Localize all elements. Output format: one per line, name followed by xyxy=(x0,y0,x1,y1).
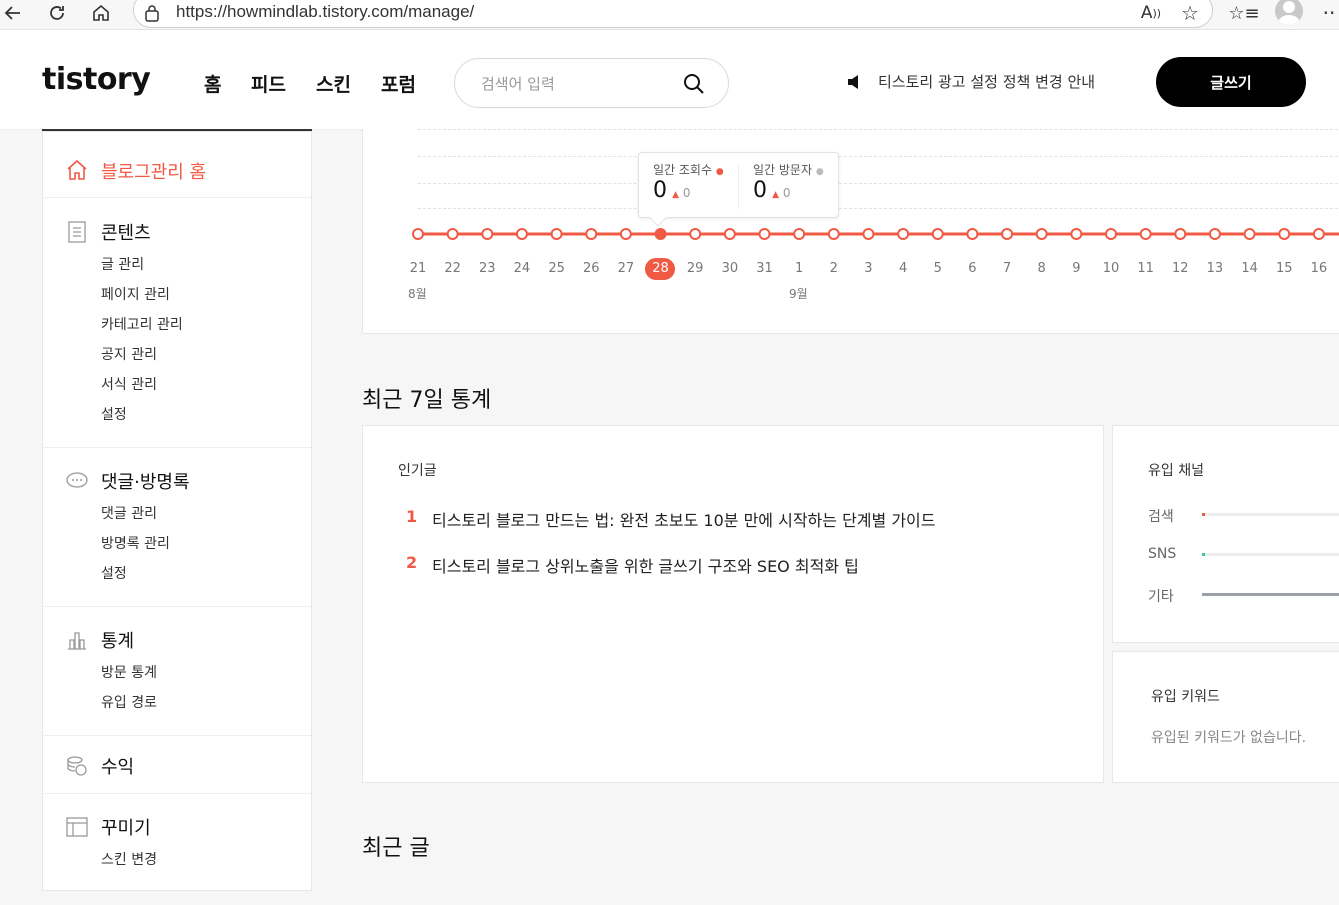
channel-bar-fill xyxy=(1202,593,1339,596)
x-tick-label[interactable]: 24 xyxy=(505,261,539,276)
tooltip-views-value: 0 xyxy=(653,178,667,203)
keywords-card xyxy=(1112,651,1339,783)
x-tick-label[interactable]: 22 xyxy=(436,261,470,276)
data-point[interactable] xyxy=(1312,228,1325,240)
popular-item[interactable]: 2 티스토리 블로그 상위노출을 위한 글쓰기 구조와 SEO 최적화 팁 xyxy=(406,553,859,577)
x-tick-label[interactable]: 9 xyxy=(1059,261,1093,276)
popular-item-title[interactable]: 티스토리 블로그 상위노출을 위한 글쓰기 구조와 SEO 최적화 팁 xyxy=(432,553,859,577)
keywords-empty: 유입된 키워드가 없습니다. xyxy=(1151,730,1307,746)
channel-bar-search xyxy=(1202,513,1339,516)
x-tick-label[interactable]: 7 xyxy=(990,261,1024,276)
data-point[interactable] xyxy=(1070,228,1083,240)
popular-rank: 2 xyxy=(406,553,418,572)
channel-bar-fill xyxy=(1202,553,1205,556)
views-dot-icon: ● xyxy=(715,167,724,177)
x-tick-label[interactable]: 16 xyxy=(1302,261,1336,276)
data-point[interactable] xyxy=(446,228,459,240)
data-point[interactable] xyxy=(654,228,667,240)
data-point[interactable] xyxy=(793,228,806,240)
x-tick-label[interactable]: 31 xyxy=(748,261,782,276)
section-title-7days: 최근 7일 통계 xyxy=(362,388,492,413)
x-tick-label[interactable]: 25 xyxy=(540,261,574,276)
channel-label-search: 검색 xyxy=(1148,509,1174,525)
data-point[interactable] xyxy=(827,228,840,240)
x-tick-label[interactable]: 15 xyxy=(1267,261,1301,276)
popular-title: 인기글 xyxy=(398,463,437,479)
x-tick-label[interactable]: 5 xyxy=(921,261,955,276)
channel-bar-etc xyxy=(1202,593,1339,596)
data-point[interactable] xyxy=(585,228,598,240)
up-arrow-icon: ▲ xyxy=(772,190,780,200)
data-point[interactable] xyxy=(1001,228,1014,240)
x-tick-label[interactable]: 1 xyxy=(782,261,816,276)
x-tick-label[interactable]: 11 xyxy=(1129,261,1163,276)
popular-posts-card xyxy=(362,425,1104,783)
tooltip-divider xyxy=(738,165,739,209)
up-arrow-icon: ▲ xyxy=(672,190,680,200)
data-point[interactable] xyxy=(1139,228,1152,240)
x-tick-label[interactable]: 28 xyxy=(644,261,678,276)
section-title-recent: 최근 글 xyxy=(362,836,430,861)
data-point[interactable] xyxy=(931,228,944,240)
tooltip-visitors-value: 0 xyxy=(753,178,767,203)
tooltip-views-label: 일간 조회수 xyxy=(653,163,713,177)
channels-title: 유입 채널 xyxy=(1148,463,1204,479)
tooltip-visitors-label: 일간 방문자 xyxy=(753,163,813,177)
data-point[interactable] xyxy=(1278,228,1291,240)
data-point[interactable] xyxy=(723,228,736,240)
x-tick-label[interactable]: 14 xyxy=(1233,261,1267,276)
tooltip-visitors: 일간 방문자 ● 0 ▲ 0 xyxy=(753,161,824,203)
x-tick-label[interactable]: 10 xyxy=(1094,261,1128,276)
data-point[interactable] xyxy=(966,228,979,240)
visitors-dot-icon: ● xyxy=(815,167,824,177)
chart-tooltip: 일간 조회수 ● 0 ▲ 0 일간 방문자 ● 0 ▲ 0 xyxy=(638,152,839,227)
x-tick-label[interactable]: 12 xyxy=(1163,261,1197,276)
x-tick-label[interactable]: 4 xyxy=(886,261,920,276)
tooltip-views: 일간 조회수 ● 0 ▲ 0 xyxy=(653,161,724,203)
month-label-aug: 8월 xyxy=(408,287,427,301)
x-tick-label[interactable]: 23 xyxy=(470,261,504,276)
data-point[interactable] xyxy=(1035,228,1048,240)
data-point[interactable] xyxy=(689,228,702,240)
month-label-sep: 9월 xyxy=(789,287,808,301)
tooltip-visitors-delta: 0 xyxy=(782,186,791,200)
x-tick-label[interactable]: 27 xyxy=(609,261,643,276)
x-tick-label[interactable]: 3 xyxy=(851,261,885,276)
data-point[interactable] xyxy=(619,228,632,240)
tooltip-views-delta: 0 xyxy=(682,186,691,200)
x-tick-label[interactable]: 8 xyxy=(1025,261,1059,276)
data-point[interactable] xyxy=(515,228,528,240)
popular-item-title[interactable]: 티스토리 블로그 만드는 법: 완전 초보도 10분 만에 시작하는 단계별 가… xyxy=(432,507,936,531)
channels-card xyxy=(1112,425,1339,643)
channel-bar-sns xyxy=(1202,553,1339,556)
x-tick-label[interactable]: 29 xyxy=(678,261,712,276)
x-tick-label[interactable]: 2 xyxy=(817,261,851,276)
data-point[interactable] xyxy=(550,228,563,240)
x-tick-label[interactable]: 6 xyxy=(955,261,989,276)
channel-bar-fill xyxy=(1202,513,1205,516)
popular-item[interactable]: 1 티스토리 블로그 만드는 법: 완전 초보도 10분 만에 시작하는 단계별… xyxy=(406,507,936,531)
data-point[interactable] xyxy=(758,228,771,240)
x-tick-label[interactable]: 21 xyxy=(401,261,435,276)
channel-label-sns: SNS xyxy=(1148,546,1177,562)
data-point[interactable] xyxy=(897,228,910,240)
data-point[interactable] xyxy=(862,228,875,240)
data-point[interactable] xyxy=(1243,228,1256,240)
x-tick-label[interactable]: 26 xyxy=(574,261,608,276)
data-point[interactable] xyxy=(481,228,494,240)
x-tick-label[interactable]: 30 xyxy=(713,261,747,276)
keywords-title: 유입 키워드 xyxy=(1151,689,1220,705)
popular-rank: 1 xyxy=(406,507,418,526)
channel-label-etc: 기타 xyxy=(1148,589,1174,605)
x-tick-label[interactable]: 13 xyxy=(1198,261,1232,276)
data-point[interactable] xyxy=(412,228,424,240)
data-point[interactable] xyxy=(1105,228,1117,240)
data-point[interactable] xyxy=(1208,228,1221,240)
data-point[interactable] xyxy=(1174,228,1187,240)
